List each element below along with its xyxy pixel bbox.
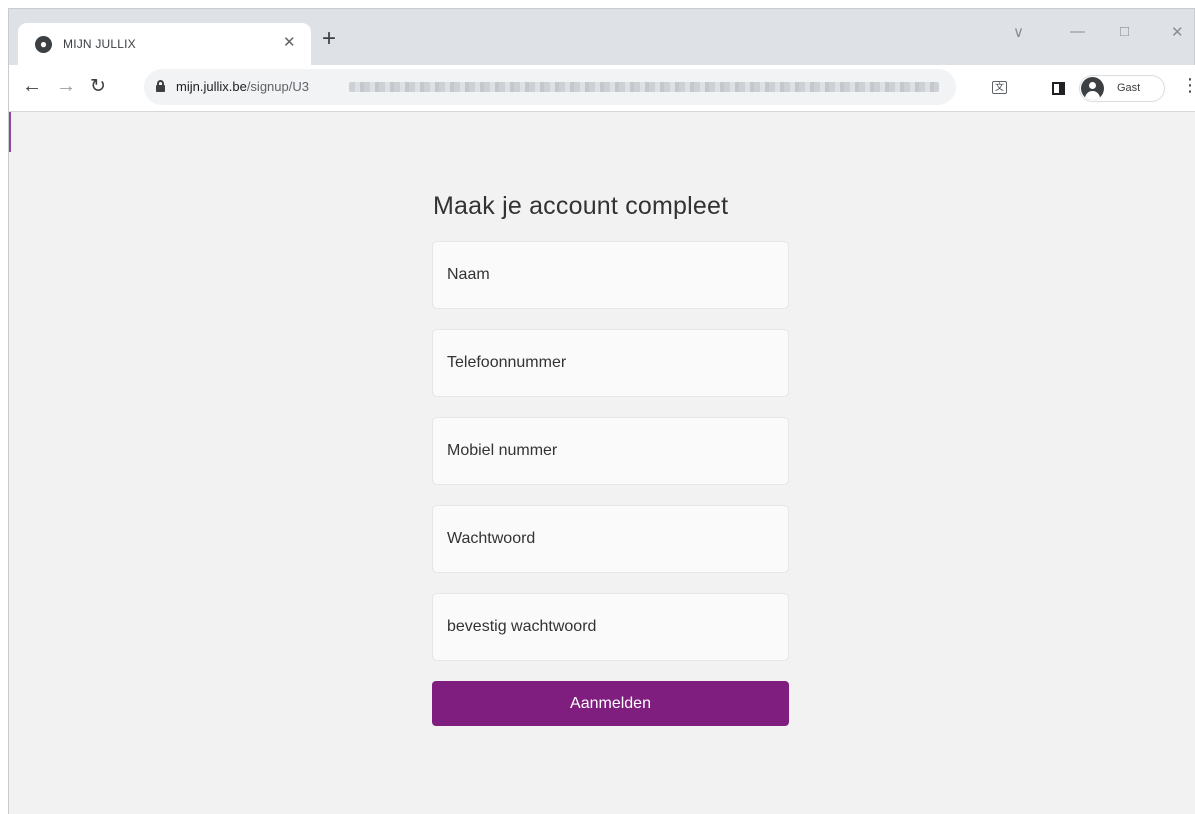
page-title: Maak je account compleet [433,192,729,220]
browser-toolbar: ← → ↻ mijn.jullix.be/signup/U3 文 Gast ⋮ [8,65,1195,112]
globe-icon: ● [35,36,52,53]
maximize-button[interactable]: □ [1120,23,1129,40]
profile-avatar-icon [1081,77,1104,100]
back-arrow-icon[interactable]: ← [22,75,42,98]
url-redacted [349,82,939,92]
url-text: mijn.jullix.be/signup/U3 [176,79,309,94]
signup-button[interactable]: Aanmelden [432,681,789,726]
tab-search-icon[interactable]: ∨ [1013,23,1024,41]
mobile-field[interactable] [432,417,789,485]
close-window-button[interactable]: ✕ [1171,23,1184,41]
lock-icon[interactable] [156,80,165,92]
phone-field[interactable] [432,329,789,397]
tab-title: MIJN JULLIX [63,37,136,51]
signup-form: Maak je account compleet Aanmelden [432,192,789,726]
side-panel-icon[interactable] [1052,82,1065,95]
url-path: /signup/U3 [246,79,309,94]
url-domain: mijn.jullix.be [176,79,247,94]
name-field[interactable] [432,241,789,309]
new-tab-button[interactable]: + [322,25,336,53]
profile-button[interactable]: Gast [1079,75,1165,102]
address-bar[interactable]: mijn.jullix.be/signup/U3 [144,69,956,105]
page-content: Maak je account compleet Aanmelden [8,112,1195,814]
reload-icon[interactable]: ↻ [90,75,106,98]
profile-label: Gast [1117,82,1141,94]
forward-arrow-icon[interactable]: → [56,75,76,98]
translate-icon[interactable]: 文 [992,81,1007,94]
browser-tab[interactable]: ● MIJN JULLIX ✕ [18,23,311,66]
password-field[interactable] [432,505,789,573]
confirm-password-field[interactable] [432,593,789,661]
close-tab-icon[interactable]: ✕ [283,33,296,51]
minimize-button[interactable]: — [1070,23,1085,40]
page-accent-bar [9,112,11,152]
browser-tab-strip: ● MIJN JULLIX ✕ + ∨ — □ ✕ [8,8,1195,66]
kebab-menu-icon[interactable]: ⋮ [1181,76,1195,94]
